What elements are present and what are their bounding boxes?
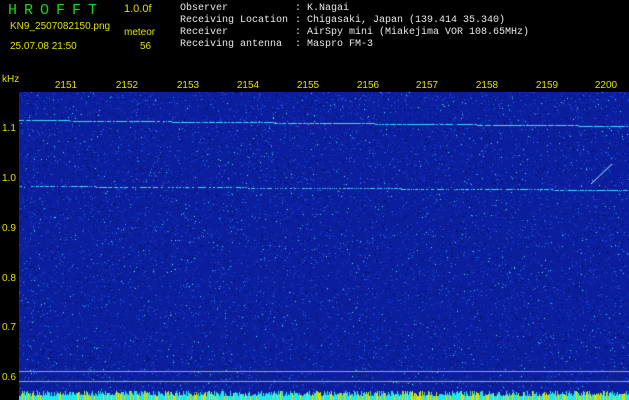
- info-value: : Maspro FM-3: [295, 39, 374, 50]
- freq-axis-label: 0.6: [2, 372, 16, 383]
- info-row-location: Receiving Location : Chigasaki, Japan (13…: [180, 15, 505, 26]
- version-label: 1.0.0f: [124, 3, 152, 15]
- time-axis-label: 2158: [475, 80, 499, 91]
- filename-label: KN9_2507082150.png: [10, 21, 111, 32]
- info-value: : K.Nagai: [295, 3, 350, 14]
- time-axis-label: 2157: [415, 80, 439, 91]
- info-row-observer: Observer : K.Nagai: [180, 3, 349, 14]
- time-axis-label: 2156: [356, 80, 380, 91]
- freq-axis-label: 1.1: [2, 123, 16, 134]
- freq-axis-label: 0.8: [2, 273, 16, 284]
- info-value: : Chigasaki, Japan (139.414 35.340): [295, 15, 506, 26]
- freq-axis-label: 0.9: [2, 223, 16, 234]
- info-key: Receiver: [180, 27, 229, 38]
- waterfall-canvas[interactable]: [19, 92, 629, 400]
- info-key: Receiving antenna: [180, 39, 283, 50]
- info-key: Observer: [180, 3, 229, 14]
- time-axis-label: 2151: [54, 80, 78, 91]
- time-axis-label: 2154: [236, 80, 260, 91]
- waterfall-display[interactable]: [19, 92, 629, 400]
- mode-label: meteor: [124, 27, 156, 38]
- axis-unit-label: kHz: [2, 74, 20, 85]
- time-axis-label: 2200: [594, 80, 618, 91]
- app-title: HROFFT: [8, 2, 105, 19]
- info-row-receiver: Receiver : AirSpy mini (Miakejima VOR 108…: [180, 27, 529, 38]
- time-axis-label: 2159: [535, 80, 559, 91]
- freq-axis-label: 1.0: [2, 173, 16, 184]
- count-label: 56: [140, 41, 152, 52]
- info-row-antenna: Receiving antenna : Maspro FM-3: [180, 39, 373, 50]
- info-value: : AirSpy mini (Miakejima VOR 108.65MHz): [295, 27, 530, 38]
- time-axis-label: 2155: [296, 80, 320, 91]
- time-axis-label: 2153: [176, 80, 200, 91]
- info-key: Receiving Location: [180, 15, 289, 26]
- datetime-label: 25.07.08 21:50: [10, 41, 77, 52]
- freq-axis-label: 0.7: [2, 322, 16, 333]
- time-axis-label: 2152: [115, 80, 139, 91]
